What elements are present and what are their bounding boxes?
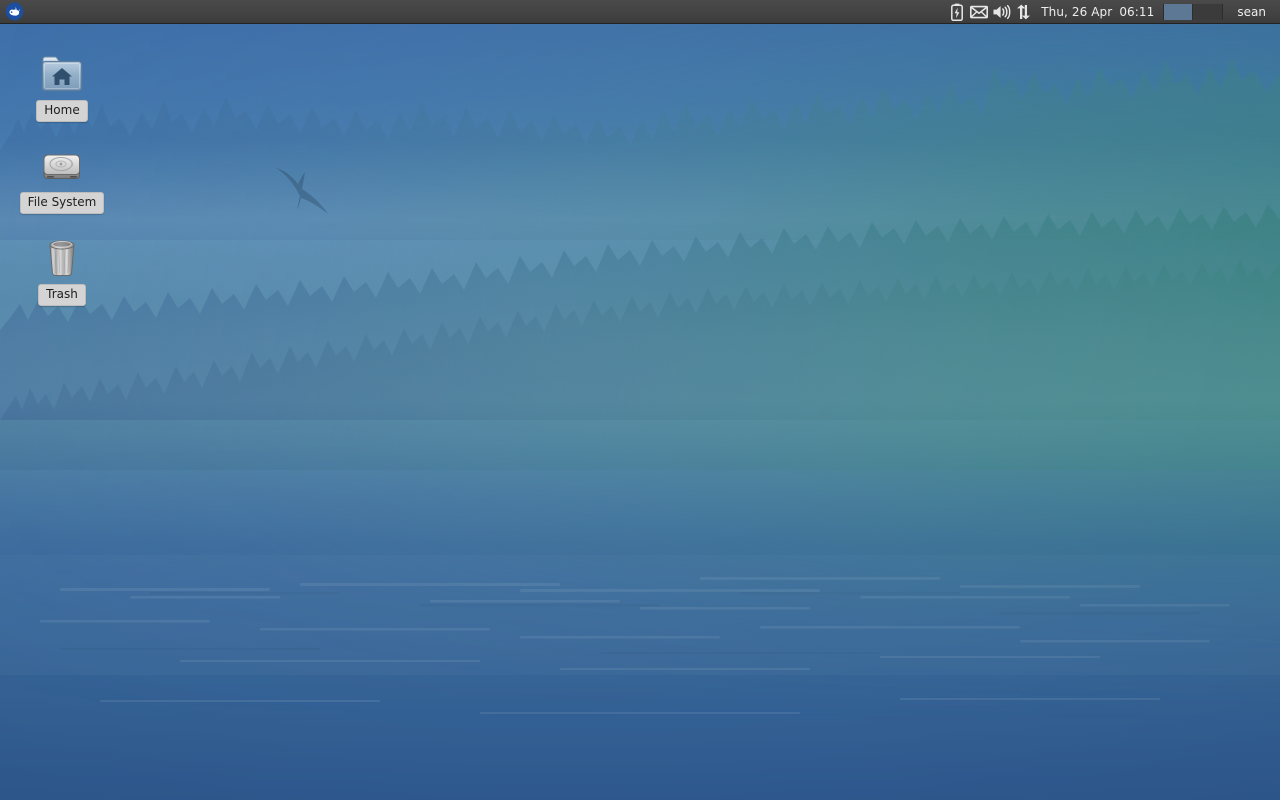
panel-left-section <box>0 0 26 23</box>
volume-icon[interactable] <box>990 1 1012 23</box>
trash-bin-icon <box>38 231 86 279</box>
top-panel: Thu, 26 Apr 06:11 sean <box>0 0 1280 24</box>
clock[interactable]: Thu, 26 Apr 06:11 <box>1034 1 1161 23</box>
applications-menu-button[interactable] <box>2 1 26 23</box>
folder-home-icon <box>38 47 86 95</box>
desktop-icon-home-label: Home <box>36 100 88 122</box>
desktop-icon-filesystem-label: File System <box>19 192 105 214</box>
mail-icon[interactable] <box>968 1 990 23</box>
desktop-screen: Home File System Trash Thu, 26 Apr 06:11… <box>0 0 1280 800</box>
xfce-whisker-mouse-icon <box>5 2 23 21</box>
desktop-icon-trash[interactable]: Trash <box>7 231 117 306</box>
workspace-1[interactable] <box>1164 3 1194 20</box>
panel-window-buttons-area <box>26 0 946 23</box>
panel-right-section: Thu, 26 Apr 06:11 sean <box>946 0 1280 23</box>
clock-time: 06:11 <box>1119 4 1155 19</box>
username-action-button[interactable]: sean <box>1227 1 1274 23</box>
desktop-icon-home[interactable]: Home <box>7 47 117 122</box>
network-icon[interactable] <box>1012 1 1034 23</box>
hard-drive-icon <box>38 139 86 187</box>
workspace-2[interactable] <box>1193 3 1223 20</box>
battery-icon[interactable] <box>946 1 968 23</box>
desktop-icon-filesystem[interactable]: File System <box>7 139 117 214</box>
desktop-icon-area: Home File System Trash <box>0 24 1280 800</box>
desktop-icon-trash-label: Trash <box>38 284 86 306</box>
clock-date: Thu, 26 Apr <box>1041 4 1113 19</box>
workspace-switcher[interactable] <box>1163 3 1224 20</box>
